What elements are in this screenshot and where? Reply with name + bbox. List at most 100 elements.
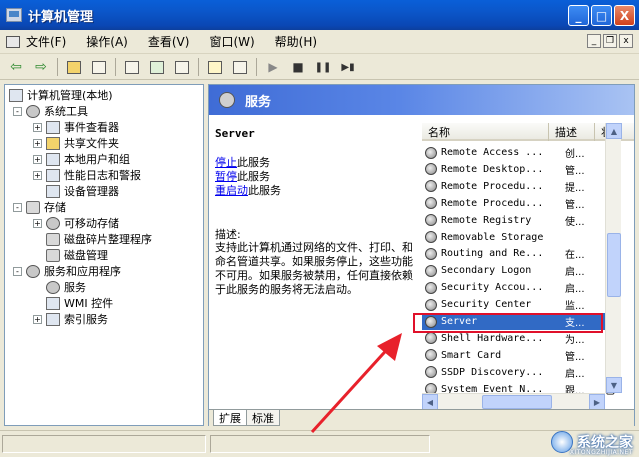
table-row[interactable]: Smart Card 管... (422, 347, 618, 364)
mdi-restore-button[interactable]: ❐ (603, 34, 617, 48)
properties-icon[interactable] (122, 57, 142, 77)
up-folder-icon[interactable] (64, 57, 84, 77)
scroll-right-button[interactable]: ▶ (589, 394, 605, 410)
service-description: 启... (565, 284, 585, 296)
service-name: Routing and Re... (441, 248, 544, 260)
help-icon[interactable] (205, 57, 225, 77)
tab-extended[interactable]: 扩展 (213, 410, 247, 426)
pause-icon[interactable]: ❚❚ (313, 57, 333, 77)
mdi-controls: _ ❐ x (587, 34, 633, 48)
view-tabs: 扩展 标准 (209, 409, 634, 426)
service-description: 为... (565, 334, 585, 346)
tree-item-system-tools[interactable]: - 系统工具 (13, 103, 88, 119)
console-icon[interactable] (230, 57, 250, 77)
mdi-close-button[interactable]: x (619, 34, 633, 48)
tree-item-defrag[interactable]: 磁盘碎片整理程序 (46, 231, 152, 247)
performance-icon (46, 168, 60, 182)
pause-service-link[interactable]: 暂停 (215, 170, 237, 183)
table-row[interactable]: Remote Registry使...已 (422, 212, 618, 229)
tree-item-storage[interactable]: - 存储 (13, 199, 66, 215)
scroll-left-button[interactable]: ◀ (422, 394, 438, 410)
tree-item-wmi[interactable]: WMI 控件 (46, 295, 113, 311)
close-button[interactable]: X (614, 5, 635, 26)
menu-view[interactable]: 查看(V) (148, 33, 190, 50)
horizontal-scrollbar[interactable]: ◀ ▶ (422, 393, 605, 410)
service-gear-icon (425, 264, 437, 277)
expand-icon[interactable]: + (33, 218, 42, 228)
service-gear-icon (425, 349, 437, 362)
table-row[interactable]: Secondary Logon启...已 (422, 262, 618, 279)
tree-item-disk-management[interactable]: 磁盘管理 (46, 247, 108, 263)
tree-item-services[interactable]: 服务 (46, 279, 86, 295)
column-header-description[interactable]: 描述 (549, 123, 595, 141)
menu-action[interactable]: 操作(A) (86, 33, 128, 50)
maximize-button[interactable]: □ (591, 5, 612, 26)
hscroll-thumb[interactable] (482, 395, 552, 409)
table-row[interactable]: Remote Access ...创...已 (422, 144, 618, 161)
expand-icon[interactable]: + (33, 138, 42, 148)
document-icon[interactable] (6, 35, 20, 48)
wmi-icon (46, 296, 60, 310)
back-arrow-icon[interactable]: ⇦ (6, 57, 26, 77)
restart-icon[interactable]: ▶▮ (338, 57, 358, 77)
table-row[interactable]: Remote Desktop... 管... (422, 161, 618, 178)
expand-icon[interactable]: + (33, 154, 42, 164)
refresh-icon[interactable] (147, 57, 167, 77)
start-icon[interactable]: ▶ (263, 57, 283, 77)
shared-folder-icon (46, 136, 60, 150)
restart-service-link[interactable]: 重启动 (215, 184, 248, 197)
stop-icon[interactable]: ■ (288, 57, 308, 77)
tree-item-event-viewer[interactable]: + 事件查看器 (33, 119, 119, 135)
expand-icon[interactable]: + (33, 122, 42, 132)
menu-window[interactable]: 窗口(W) (209, 33, 254, 50)
table-row[interactable]: Removable Storage (422, 229, 618, 246)
service-name: Removable Storage (441, 231, 544, 243)
minimize-button[interactable]: _ (568, 5, 589, 26)
toolbar-separator (198, 58, 199, 76)
tree-item-local-users[interactable]: + 本地用户和组 (33, 151, 130, 167)
export-icon[interactable] (172, 57, 192, 77)
service-description-panel: Server 停止此服务 暂停此服务 重启动此服务 描述: 支持此计算机通过网络… (215, 127, 415, 297)
action-pause: 暂停此服务 (215, 170, 270, 183)
collapse-icon[interactable]: - (13, 202, 22, 212)
expand-icon[interactable]: + (33, 170, 42, 180)
menu-file[interactable]: 文件(F) (26, 33, 66, 50)
mdi-minimize-button[interactable]: _ (587, 34, 601, 48)
collapse-icon[interactable]: - (13, 106, 22, 116)
table-row[interactable]: Remote Procedu...提...已 (422, 178, 618, 195)
tree-item-device-manager[interactable]: 设备管理器 (46, 183, 119, 199)
forward-arrow-icon[interactable]: ⇨ (31, 57, 51, 77)
menu-help[interactable]: 帮助(H) (275, 33, 317, 50)
tree-item-services-apps[interactable]: - 服务和应用程序 (13, 263, 121, 279)
tree-item-removable-storage[interactable]: + 可移动存储 (33, 215, 119, 231)
service-description: 提... (565, 182, 585, 194)
column-header-name[interactable]: 名称 (422, 123, 549, 141)
scroll-thumb[interactable] (607, 233, 621, 297)
table-row[interactable]: Security Center监...已 (422, 296, 618, 313)
service-name: SSDP Discovery... (441, 366, 544, 378)
service-description: 管... (565, 199, 585, 211)
table-row[interactable]: SSDP Discovery...启...已 (422, 364, 618, 381)
show-tree-icon[interactable] (89, 57, 109, 77)
tree-item-shared-folders[interactable]: + 共享文件夹 (33, 135, 119, 151)
service-gear-icon (425, 180, 437, 193)
indexing-icon (46, 312, 60, 326)
service-gear-icon (425, 332, 437, 345)
table-row[interactable]: Routing and Re... 在... (422, 245, 618, 262)
action-restart: 重启动此服务 (215, 184, 281, 197)
tree-item-indexing[interactable]: + 索引服务 (33, 311, 108, 327)
scroll-down-button[interactable]: ▼ (606, 377, 622, 393)
tree-item-root[interactable]: 计算机管理(本地) (9, 87, 113, 103)
vertical-scrollbar[interactable]: ▲ ▼ (605, 123, 622, 393)
table-row[interactable]: Security Accou...启...已 (422, 279, 618, 296)
stop-service-link[interactable]: 停止 (215, 156, 237, 169)
service-description: 启... (565, 368, 585, 380)
service-gear-icon (425, 163, 437, 176)
collapse-icon[interactable]: - (13, 266, 22, 276)
tab-standard[interactable]: 标准 (246, 410, 280, 426)
scroll-up-button[interactable]: ▲ (606, 123, 622, 139)
table-row[interactable]: Remote Procedu... 管... (422, 195, 618, 212)
expand-icon[interactable]: + (33, 314, 42, 324)
tree-item-perf-logs[interactable]: + 性能日志和警报 (33, 167, 141, 183)
removable-storage-icon (46, 216, 60, 230)
